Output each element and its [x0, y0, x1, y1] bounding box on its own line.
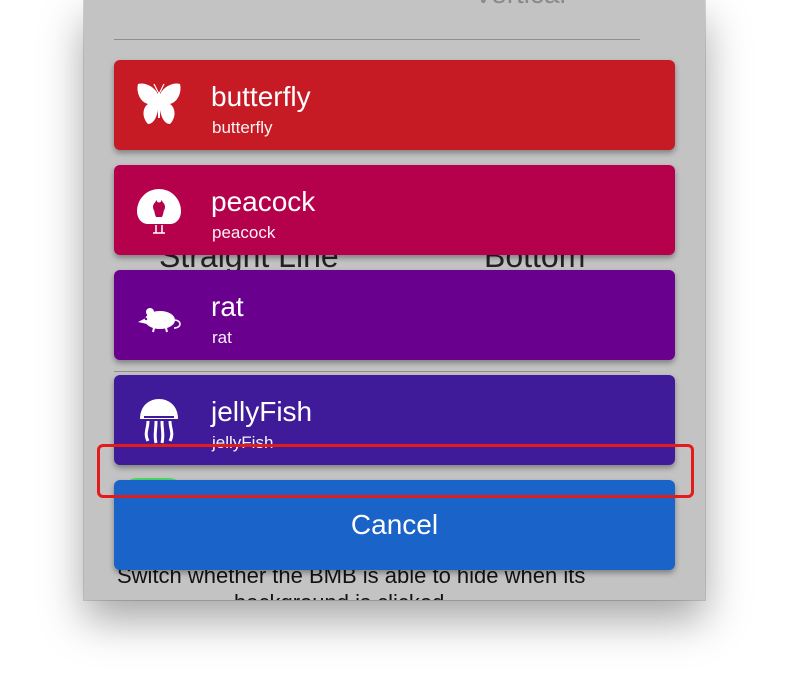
rat-icon	[134, 290, 184, 340]
jellyfish-icon	[134, 395, 184, 445]
switch-description-line2: background is clicked	[234, 590, 444, 600]
butterfly-icon	[134, 80, 184, 130]
menu-item-subtitle: peacock	[212, 223, 276, 242]
menu-item-subtitle: butterfly	[212, 118, 273, 137]
menu-item-subtitle: rat	[212, 328, 232, 347]
menu-item-butterfly[interactable]: butterfly butterfly	[114, 60, 675, 150]
menu-item-rat[interactable]: rat rat	[114, 270, 675, 360]
menu-item-title: rat	[211, 291, 244, 322]
divider	[114, 39, 640, 40]
menu-item-peacock[interactable]: peacock peacock	[114, 165, 675, 255]
menu-item-title: peacock	[211, 186, 316, 217]
menu-item-title: butterfly	[211, 81, 311, 112]
divider	[114, 371, 640, 372]
menu-item-title: jellyFish	[211, 396, 313, 427]
orientation-vertical-label: Vertical	[474, 0, 566, 10]
peacock-icon	[134, 185, 184, 235]
highlight-box	[97, 444, 694, 498]
